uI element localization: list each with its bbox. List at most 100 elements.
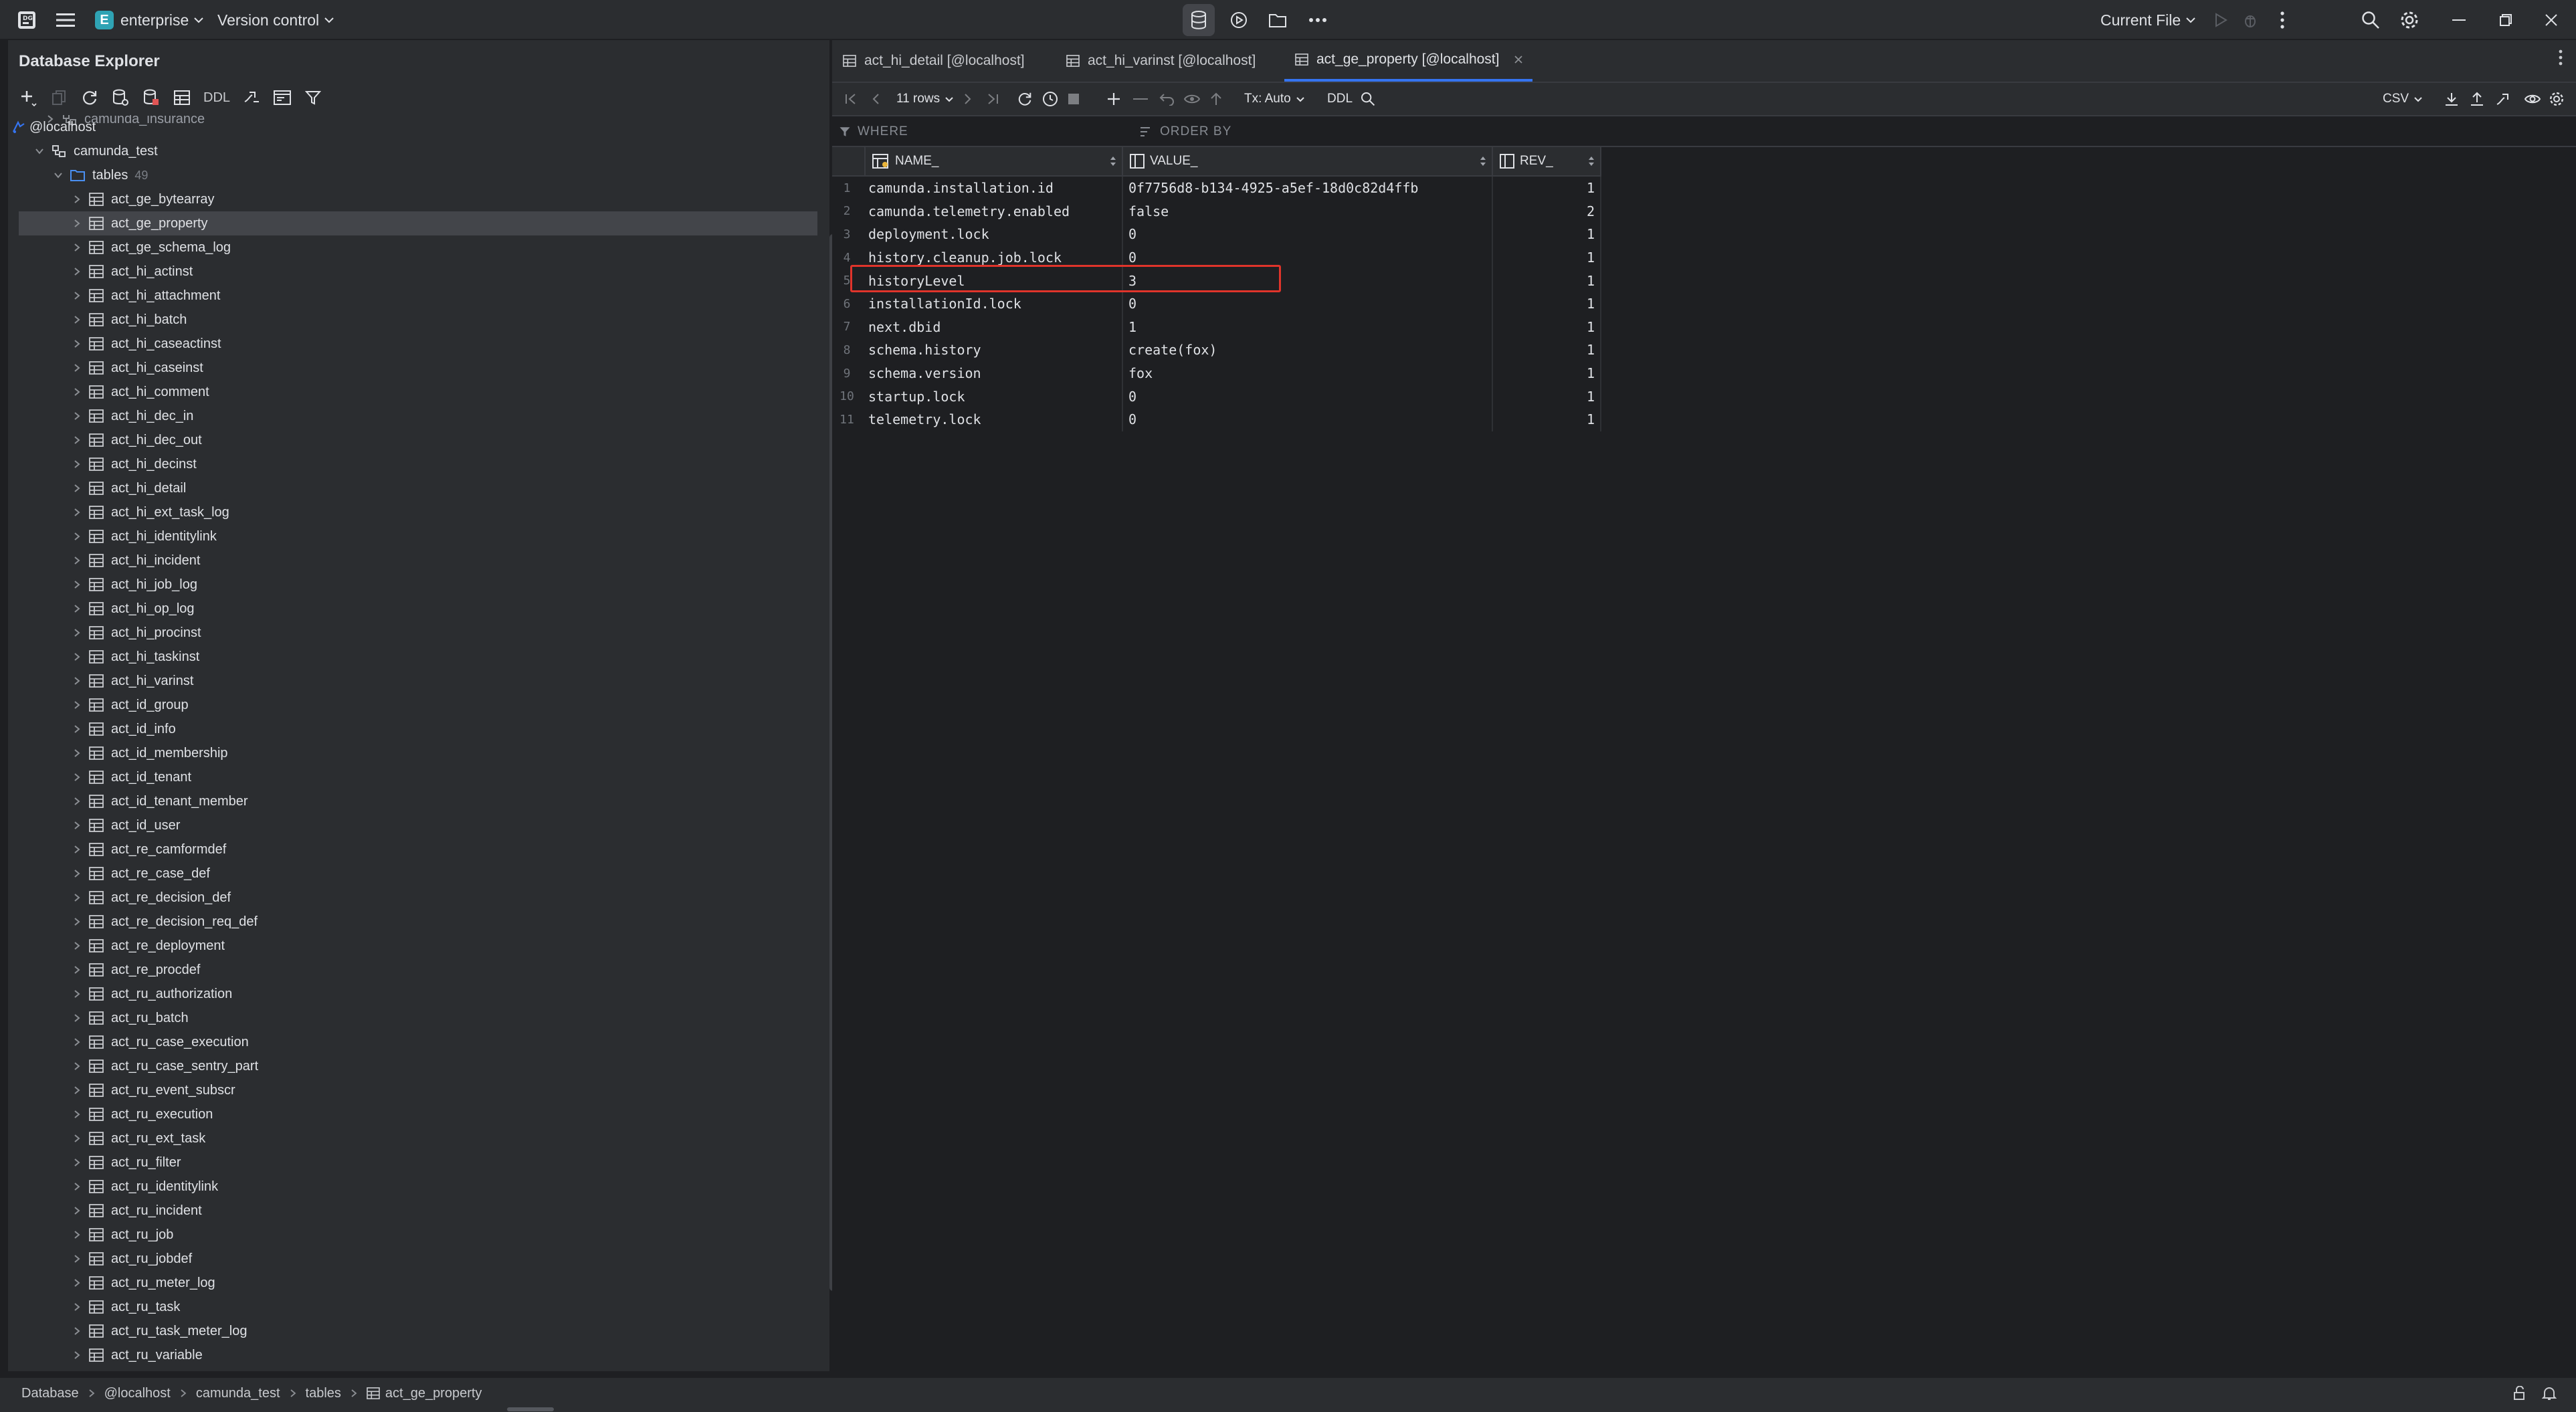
cell-rev[interactable]: 1 [1493, 408, 1601, 431]
settings-button[interactable] [2393, 0, 2425, 40]
chevron-right-icon[interactable] [70, 1083, 84, 1098]
tree-item-table[interactable]: act_id_tenant_member [19, 789, 817, 813]
tree-item-table[interactable]: act_hi_procinst [19, 621, 817, 645]
chevron-right-icon[interactable] [70, 770, 84, 785]
cell-rev[interactable]: 1 [1493, 361, 1601, 385]
cell-name[interactable]: camunda.installation.id [866, 177, 1123, 200]
cell-rev[interactable]: 2 [1493, 199, 1601, 223]
main-menu-icon[interactable] [49, 0, 82, 40]
chevron-right-icon[interactable] [70, 890, 84, 905]
tree-item-table[interactable]: act_hi_varinst [19, 669, 817, 693]
chevron-right-icon[interactable] [70, 674, 84, 688]
cell-rev[interactable]: 1 [1493, 177, 1601, 200]
last-page-button[interactable] [986, 83, 999, 115]
chevron-right-icon[interactable] [70, 505, 84, 520]
chevron-right-icon[interactable] [70, 842, 84, 857]
table-row[interactable]: 3 deployment.lock 0 1 [832, 223, 1601, 246]
tree-item-table[interactable]: act_hi_comment [19, 380, 817, 404]
table-row[interactable]: 11 telemetry.lock 0 1 [832, 408, 1601, 431]
where-filter[interactable]: WHERE [839, 118, 908, 146]
chevron-right-icon[interactable] [70, 336, 84, 351]
sort-arrows-icon[interactable] [1588, 155, 1595, 167]
chevron-right-icon[interactable] [70, 601, 84, 616]
chevron-right-icon[interactable] [70, 481, 84, 496]
reload-button[interactable] [1017, 83, 1033, 115]
search-button[interactable] [2355, 0, 2387, 40]
tree-item-table[interactable]: act_hi_dec_out [19, 428, 817, 452]
chevron-right-icon[interactable] [70, 722, 84, 736]
tree-item-table[interactable]: act_ru_meter_log [19, 1271, 817, 1295]
chevron-right-icon[interactable] [70, 1059, 84, 1074]
tree-item-host[interactable]: @localhost [8, 115, 808, 139]
breadcrumb-item[interactable]: camunda_test [196, 1386, 280, 1401]
chevron-right-icon[interactable] [70, 1348, 84, 1363]
filter-button[interactable] [300, 84, 326, 111]
data-source-properties-button[interactable] [107, 84, 134, 111]
chevron-right-icon[interactable] [70, 385, 84, 399]
breadcrumb-item[interactable]: tables [306, 1386, 341, 1401]
chevron-right-icon[interactable] [70, 264, 84, 279]
sort-arrows-icon[interactable] [1480, 155, 1486, 167]
tree-item-table[interactable]: act_id_info [19, 717, 817, 741]
close-window-button[interactable] [2535, 0, 2567, 40]
cell-value[interactable]: 0 [1123, 385, 1493, 408]
chevron-right-icon[interactable] [70, 746, 84, 761]
chevron-right-icon[interactable] [70, 553, 84, 568]
tree-item-table[interactable]: act_hi_attachment [19, 284, 817, 308]
tree-item-table[interactable]: act_ru_jobdef [19, 1247, 817, 1271]
tree-item-table[interactable]: act_re_camformdef [19, 837, 817, 862]
table-row[interactable]: 6 installationId.lock 0 1 [832, 292, 1601, 316]
column-header-value[interactable]: VALUE_ [1123, 147, 1493, 177]
cell-rev[interactable]: 1 [1493, 292, 1601, 316]
tree-item-table[interactable]: act_ru_execution [19, 1102, 817, 1126]
export-button[interactable] [2444, 83, 2459, 115]
table-row[interactable]: 9 schema.version fox 1 [832, 361, 1601, 385]
table-row[interactable]: 10 startup.lock 0 1 [832, 385, 1601, 408]
chevron-right-icon[interactable] [70, 1251, 84, 1266]
tree-item-table[interactable]: act_ru_identitylink [19, 1175, 817, 1199]
chevron-right-icon[interactable] [70, 240, 84, 255]
tree-item-table[interactable]: act_hi_dec_in [19, 404, 817, 428]
table-editor-button[interactable] [169, 84, 195, 111]
grid-corner[interactable] [832, 147, 866, 177]
cell-value[interactable]: create(fox) [1123, 338, 1493, 362]
cell-rev[interactable]: 1 [1493, 315, 1601, 339]
tree-item-table[interactable]: act_ru_task_meter_log [19, 1319, 817, 1343]
breadcrumb-item[interactable]: @localhost [104, 1386, 171, 1401]
cell-rev[interactable]: 1 [1493, 269, 1601, 292]
horizontal-scrollbar[interactable] [507, 1407, 554, 1411]
tree-item-table[interactable]: act_hi_ext_task_log [19, 500, 817, 524]
page-size-selector[interactable]: 11 rows [896, 83, 953, 115]
debug-button[interactable] [2234, 0, 2266, 40]
tree-item-table[interactable]: act_id_tenant [19, 765, 817, 789]
services-button[interactable] [1223, 0, 1255, 40]
database-tool-button[interactable] [1183, 0, 1215, 40]
chevron-right-icon[interactable] [70, 529, 84, 544]
sort-arrows-icon[interactable] [1110, 155, 1116, 167]
tree-item-table[interactable]: act_ru_case_execution [19, 1030, 817, 1054]
chevron-right-icon[interactable] [70, 649, 84, 664]
tree-item-table[interactable]: act_ru_event_subscr [19, 1078, 817, 1102]
cell-value[interactable]: 1 [1123, 315, 1493, 339]
chevron-right-icon[interactable] [70, 1324, 84, 1338]
tree-item-table[interactable]: act_hi_identitylink [19, 524, 817, 548]
run-config-selector[interactable]: Current File [2100, 0, 2195, 40]
chevron-right-icon[interactable] [70, 409, 84, 423]
tree-item-table[interactable]: act_hi_caseactinst [19, 332, 817, 356]
cell-name[interactable]: startup.lock [866, 385, 1123, 408]
tree-item-table[interactable]: act_re_deployment [19, 934, 817, 958]
chevron-right-icon[interactable] [70, 1107, 84, 1122]
cell-value[interactable]: false [1123, 199, 1493, 223]
app-logo-icon[interactable]: DG [11, 0, 43, 40]
cell-name[interactable]: next.dbid [866, 315, 1123, 339]
refresh-button[interactable] [76, 84, 103, 111]
run-more-button[interactable] [2266, 0, 2298, 40]
tree-item-table[interactable]: act_ge_property [19, 211, 817, 235]
minimize-button[interactable] [2443, 0, 2475, 40]
order-by-filter[interactable]: ORDER BY [1140, 118, 1231, 146]
table-row[interactable]: 1 camunda.installation.id 0f7756d8-b134-49… [832, 177, 1601, 200]
table-row[interactable]: 2 camunda.telemetry.enabled false 2 [832, 199, 1601, 223]
submit-button[interactable] [1209, 83, 1223, 115]
chevron-right-icon[interactable] [70, 818, 84, 833]
previous-page-button[interactable] [871, 83, 880, 115]
